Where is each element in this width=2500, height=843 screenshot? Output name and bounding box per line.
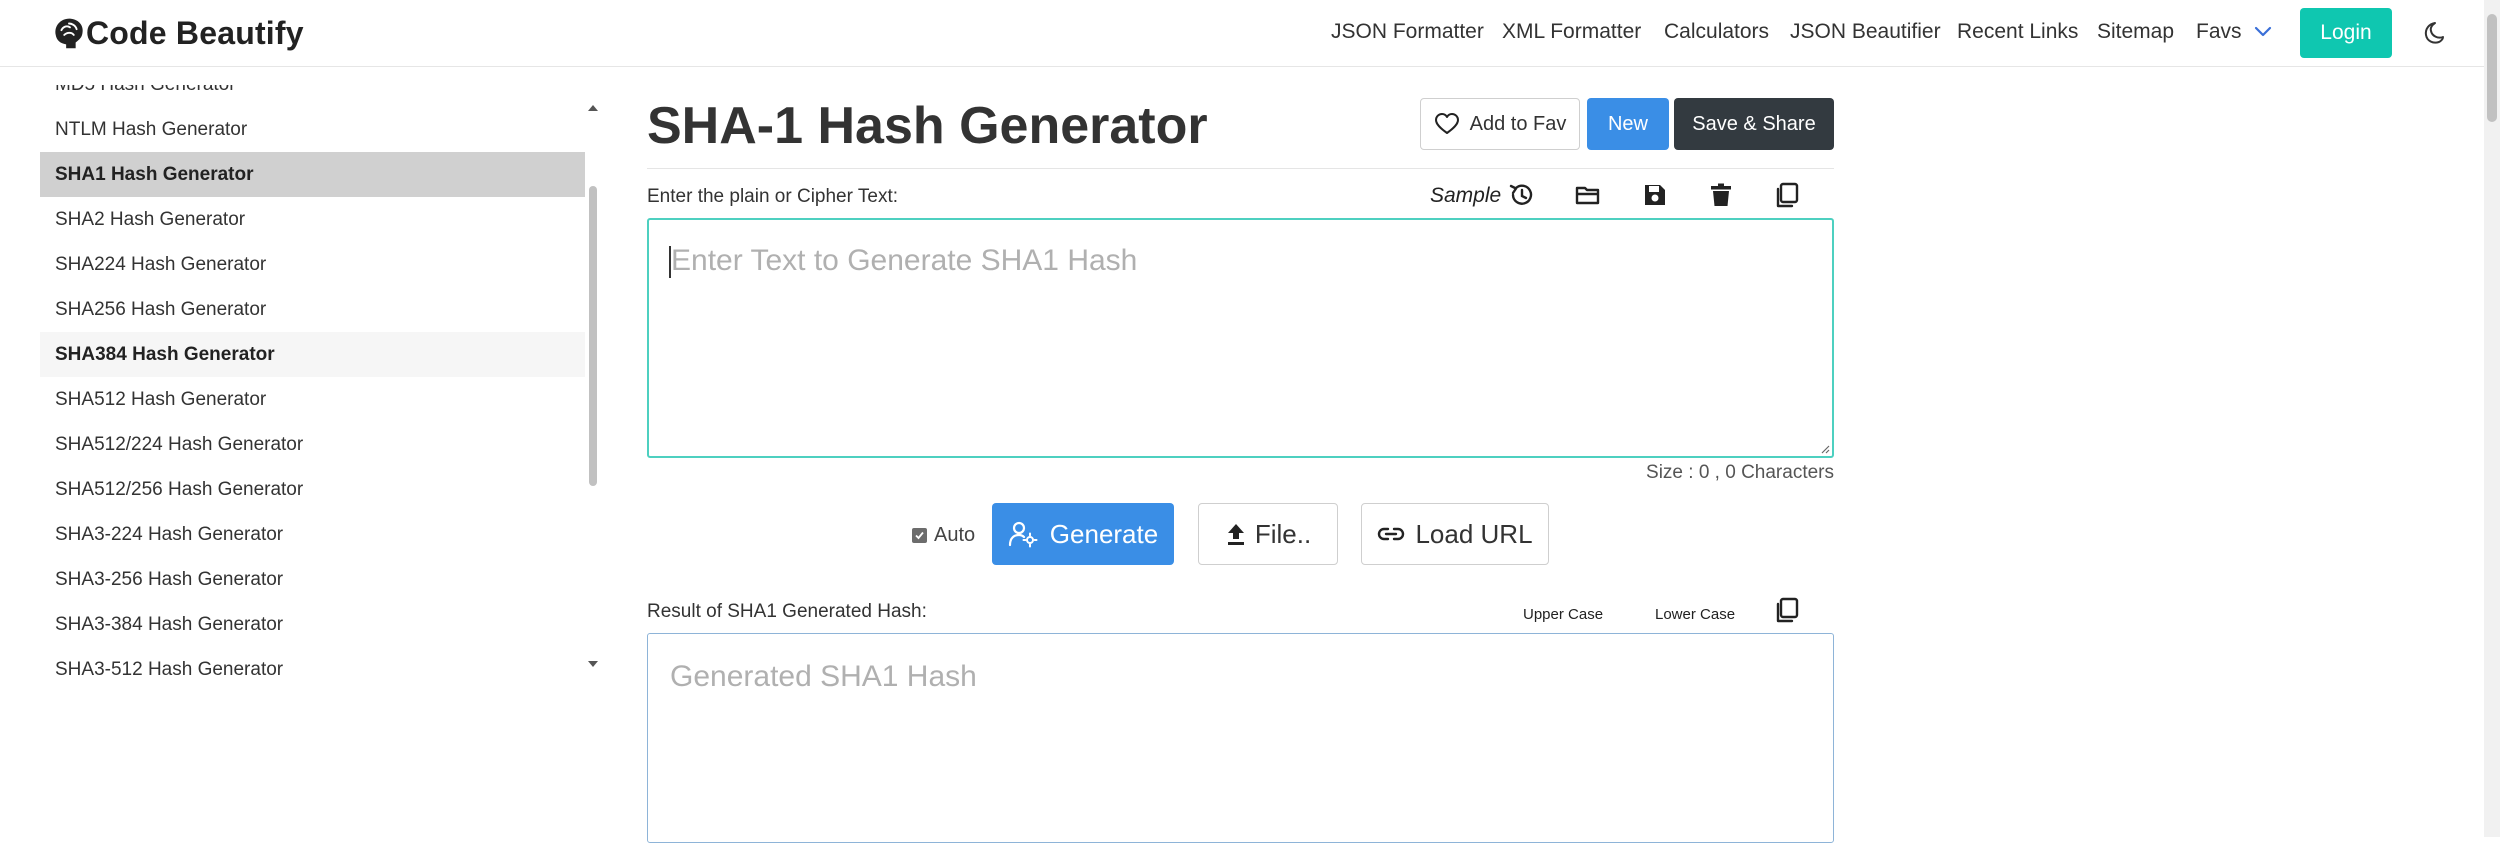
logo-text: Code Beautify [86,14,304,51]
favs-label: Favs [2196,20,2242,43]
load-url-label: Load URL [1415,518,1533,549]
heart-icon [1434,113,1459,134]
generate-label: Generate [1049,518,1159,549]
sample-link[interactable]: Sample [1430,184,1501,208]
sidebar-item[interactable]: SHA512/224 Hash Generator [40,422,585,467]
sidebar-item-active[interactable]: SHA1 Hash Generator [40,152,585,197]
logo[interactable]: Code Beautify [50,12,304,54]
moon-icon[interactable] [2420,20,2446,46]
sidebar-item[interactable]: SHA384 Hash Generator [40,332,585,377]
load-url-button[interactable]: Load URL [1361,503,1549,565]
sidebar-item[interactable]: SHA3-384 Hash Generator [40,602,585,647]
page-scrollbar-thumb[interactable] [2487,14,2497,122]
generate-button[interactable]: Generate [992,503,1174,565]
scroll-up-arrow-icon[interactable] [587,104,599,112]
upload-icon [1227,524,1244,545]
chevron-down-icon [2254,26,2271,37]
check-icon [915,531,924,540]
input-placeholder: Enter Text to Generate SHA1 Hash [671,244,1138,277]
plain-text-input[interactable]: Enter Text to Generate SHA1 Hash [647,218,1834,458]
sidebar-item[interactable]: SHA512 Hash Generator [40,377,585,422]
auto-checkbox[interactable]: Auto [912,524,975,547]
nav-xml-formatter[interactable]: XML Formatter [1502,20,1641,44]
result-label: Result of SHA1 Generated Hash: [647,601,927,622]
add-to-fav-button[interactable]: Add to Fav [1420,98,1580,150]
sidebar-item[interactable]: SHA3-512 Hash Generator [40,647,585,681]
input-label: Enter the plain or Cipher Text: [647,186,899,207]
file-upload-button[interactable]: File.. [1198,503,1338,565]
copy-result-icon[interactable] [1773,596,1801,624]
nav-json-beautifier[interactable]: JSON Beautifier [1790,20,1941,44]
sidebar-item[interactable]: SHA2 Hash Generator [40,197,585,242]
page-scrollbar[interactable] [2484,0,2500,837]
login-button[interactable]: Login [2300,8,2392,58]
sidebar-item[interactable]: SHA256 Hash Generator [40,287,585,332]
top-navbar: Code Beautify JSON Formatter XML Formatt… [0,0,2500,67]
sidebar-item[interactable]: SHA224 Hash Generator [40,242,585,287]
auto-checkbox-box[interactable] [912,528,927,543]
sidebar-item[interactable]: NTLM Hash Generator [40,107,585,152]
nav-calculators[interactable]: Calculators [1664,20,1769,44]
text-caret [669,246,671,278]
sidebar-tool-list: MD5 Hash Generator NTLM Hash Generator S… [40,85,600,681]
file-label: File.. [1254,518,1312,549]
nav-json-formatter[interactable]: JSON Formatter [1331,20,1484,44]
sidebar-item[interactable]: SHA512/256 Hash Generator [40,467,585,512]
folder-open-icon[interactable] [1574,181,1602,209]
page-title: SHA-1 Hash Generator [647,97,1208,155]
user-gear-icon [1008,521,1038,548]
scroll-down-arrow-icon[interactable] [587,660,599,668]
result-placeholder: Generated SHA1 Hash [670,660,977,693]
upper-case-button[interactable]: Upper Case [1523,606,1603,623]
title-divider [647,168,1834,169]
favs-dropdown[interactable]: Favs [2196,20,2272,44]
nav-sitemap[interactable]: Sitemap [2097,20,2174,44]
add-to-fav-label: Add to Fav [1469,112,1567,135]
trash-icon[interactable] [1707,181,1735,209]
sidebar-item[interactable]: SHA3-256 Hash Generator [40,557,585,602]
new-button[interactable]: New [1587,98,1669,150]
copy-icon[interactable] [1773,181,1801,209]
sidebar-item[interactable]: MD5 Hash Generator [40,85,585,107]
save-share-button[interactable]: Save & Share [1674,98,1834,150]
history-icon[interactable] [1508,181,1536,209]
sidebar-scrollbar-thumb[interactable] [589,186,597,486]
nav-recent-links[interactable]: Recent Links [1957,20,2078,44]
sidebar-item[interactable]: SHA3-224 Hash Generator [40,512,585,557]
result-output[interactable]: Generated SHA1 Hash [647,633,1834,843]
lower-case-button[interactable]: Lower Case [1655,606,1735,623]
link-icon [1378,527,1405,541]
auto-label: Auto [934,524,976,546]
size-counter: Size : 0 , 0 Characters [1646,462,1834,483]
logo-brain-icon [55,18,83,49]
save-icon[interactable] [1641,181,1669,209]
resize-grip-icon[interactable] [1820,444,1830,454]
